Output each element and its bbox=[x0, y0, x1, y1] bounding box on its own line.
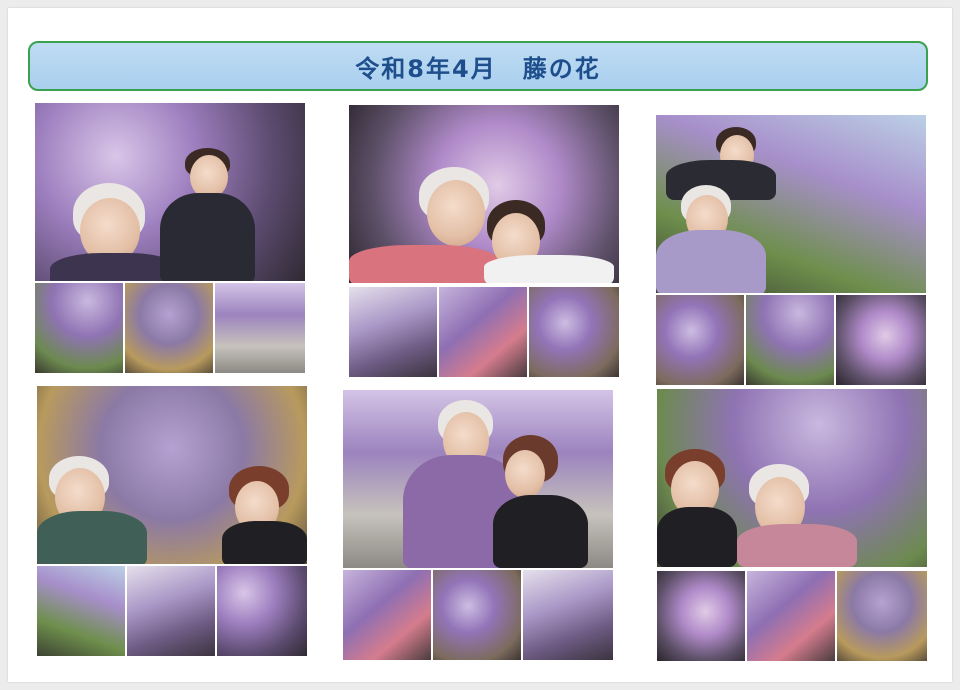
photo-collage-3 bbox=[656, 115, 926, 385]
collage-2-thumb-3 bbox=[529, 287, 619, 377]
photo-collage-5 bbox=[343, 390, 613, 660]
poster-page: 令和8年4月 藤の花 bbox=[8, 8, 952, 682]
collage-1-thumb-2 bbox=[125, 283, 213, 373]
collage-6-thumb-1 bbox=[657, 571, 745, 661]
collage-4-thumb-1 bbox=[37, 566, 125, 656]
collage-4-thumb-3 bbox=[217, 566, 307, 656]
page-title: 令和8年4月 藤の花 bbox=[355, 54, 601, 83]
collage-2-main-photo bbox=[349, 105, 619, 283]
collage-3-main-photo bbox=[656, 115, 926, 293]
collage-6-thumb-3 bbox=[837, 571, 927, 661]
collage-6-main-photo bbox=[657, 389, 927, 567]
collage-5-thumb-1 bbox=[343, 570, 431, 660]
collage-5-thumb-2 bbox=[433, 570, 521, 660]
collage-1-main-photo bbox=[35, 103, 305, 281]
title-banner: 令和8年4月 藤の花 bbox=[28, 41, 928, 91]
collage-1-thumb-1 bbox=[35, 283, 123, 373]
collage-2-thumb-2 bbox=[439, 287, 527, 377]
photo-collage-6 bbox=[657, 389, 927, 661]
photo-collage-2 bbox=[349, 105, 619, 377]
collage-3-thumb-3 bbox=[836, 295, 926, 385]
collage-3-thumb-2 bbox=[746, 295, 834, 385]
collage-1-thumb-3 bbox=[215, 283, 305, 373]
collage-2-thumb-1 bbox=[349, 287, 437, 377]
collage-3-thumb-1 bbox=[656, 295, 744, 385]
collage-5-main-photo bbox=[343, 390, 613, 568]
photo-collage-4 bbox=[37, 386, 307, 656]
collage-6-thumb-2 bbox=[747, 571, 835, 661]
collage-4-main-photo bbox=[37, 386, 307, 564]
photo-collage-1 bbox=[35, 103, 305, 373]
collage-5-thumb-3 bbox=[523, 570, 613, 660]
collage-4-thumb-2 bbox=[127, 566, 215, 656]
